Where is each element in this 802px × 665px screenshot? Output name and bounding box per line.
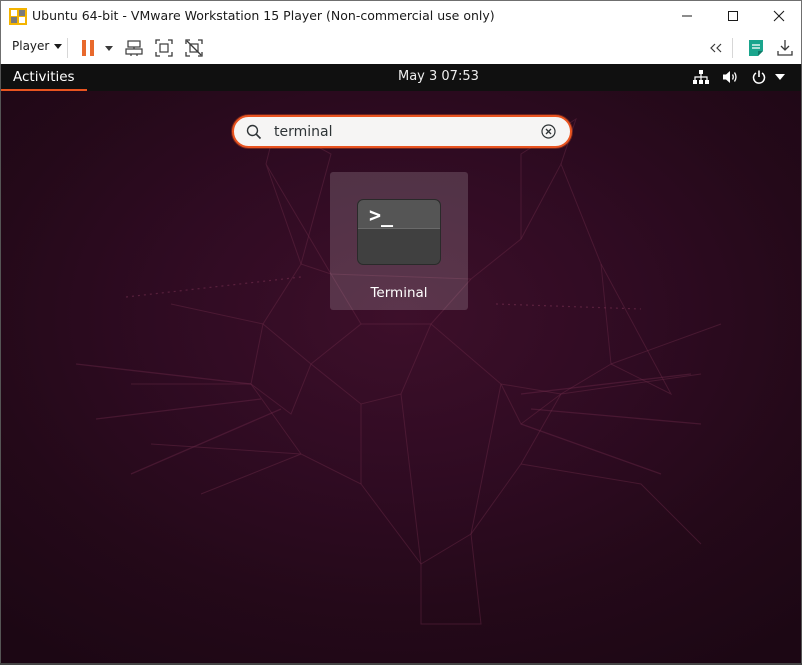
terminal-prompt: >_ bbox=[369, 203, 394, 227]
maximize-icon bbox=[728, 11, 738, 21]
app-result-label: Terminal bbox=[370, 285, 428, 301]
fullscreen-button[interactable] bbox=[152, 36, 176, 60]
player-menu[interactable]: Player bbox=[12, 39, 63, 53]
terminal-app-icon: >_ bbox=[357, 199, 441, 265]
send-ctrl-alt-del-icon bbox=[125, 40, 143, 56]
fullscreen-icon bbox=[155, 39, 173, 57]
network-indicator[interactable] bbox=[691, 67, 711, 87]
wallpaper-cat-illustration bbox=[75, 117, 722, 625]
send-ctrl-alt-del-button[interactable] bbox=[122, 36, 146, 60]
unity-button[interactable] bbox=[182, 36, 206, 60]
toolbar-divider bbox=[67, 38, 68, 58]
clock[interactable]: May 3 07:53 bbox=[398, 69, 479, 84]
close-icon bbox=[773, 10, 785, 22]
download-button[interactable] bbox=[773, 36, 797, 60]
maximize-button[interactable] bbox=[710, 1, 756, 31]
close-button[interactable] bbox=[756, 1, 802, 31]
volume-icon bbox=[723, 71, 737, 83]
app-result-terminal[interactable]: >_ Terminal bbox=[330, 172, 468, 310]
network-icon bbox=[693, 70, 709, 84]
gnome-top-bar: Activities May 3 07:53 bbox=[1, 64, 801, 91]
minimize-icon bbox=[682, 15, 692, 17]
power-icon bbox=[752, 70, 766, 84]
vm-screen[interactable]: Activities May 3 07:53 terminal >_ Termi… bbox=[0, 64, 802, 665]
power-dropdown-button[interactable] bbox=[97, 36, 121, 60]
player-menu-label: Player bbox=[12, 39, 50, 53]
volume-indicator[interactable] bbox=[721, 67, 741, 87]
window-title-bar[interactable]: Ubuntu 64-bit - VMware Workstation 15 Pl… bbox=[0, 0, 802, 31]
search-icon bbox=[246, 124, 262, 140]
vmware-toolbar: Player bbox=[0, 31, 802, 64]
search-box[interactable] bbox=[232, 115, 572, 148]
toolbar-divider bbox=[732, 38, 733, 58]
download-icon bbox=[777, 40, 793, 56]
collapse-icon bbox=[710, 43, 722, 53]
power-indicator[interactable] bbox=[749, 67, 769, 87]
minimize-button[interactable] bbox=[664, 1, 710, 31]
window-title: Ubuntu 64-bit - VMware Workstation 15 Pl… bbox=[32, 8, 495, 23]
chevron-down-icon bbox=[54, 43, 63, 49]
activities-button[interactable]: Activities bbox=[1, 64, 87, 91]
chevron-down-icon bbox=[775, 74, 785, 80]
unity-icon bbox=[185, 39, 203, 57]
vmware-player-icon bbox=[9, 8, 27, 25]
search-input[interactable] bbox=[274, 122, 534, 142]
notes-button[interactable] bbox=[744, 36, 768, 60]
pause-icon bbox=[82, 40, 94, 56]
clear-icon[interactable] bbox=[541, 124, 556, 139]
system-menu-button[interactable] bbox=[772, 67, 788, 87]
notes-icon bbox=[749, 40, 763, 56]
dropdown-icon bbox=[105, 45, 113, 51]
collapse-toolbar-button[interactable] bbox=[704, 36, 728, 60]
